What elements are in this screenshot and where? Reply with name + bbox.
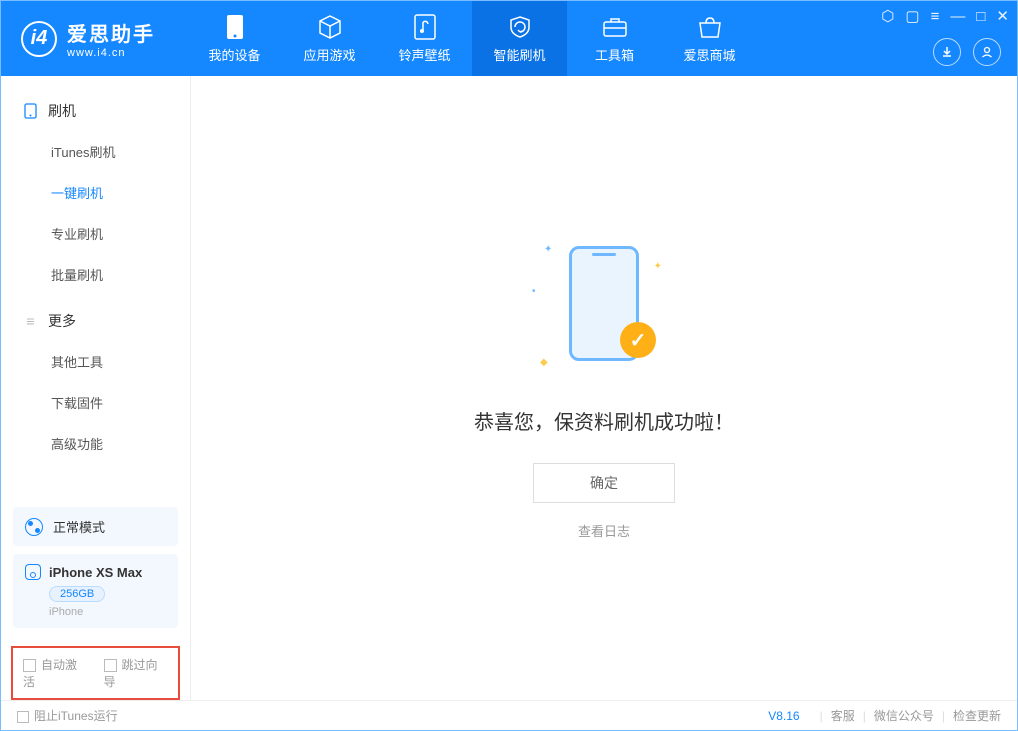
- highlighted-options-row: 自动激活 跳过向导: [11, 646, 180, 700]
- sidebar-section-title: 刷机: [48, 101, 76, 121]
- sidebar-item-oneclick-flash[interactable]: 一键刷机: [1, 172, 190, 213]
- device-name: iPhone XS Max: [49, 565, 142, 580]
- checkbox-auto-activate[interactable]: 自动激活: [23, 656, 88, 690]
- toolbox-icon: [602, 14, 628, 40]
- sidebar: 刷机 iTunes刷机 一键刷机 专业刷机 批量刷机 ≡ 更多 其他工具 下载固…: [1, 76, 191, 700]
- phone-icon: [222, 14, 248, 40]
- nav-label: 应用游戏: [303, 45, 355, 64]
- checkbox-label: 阻止iTunes运行: [34, 709, 118, 723]
- close-button[interactable]: ✕: [996, 7, 1009, 25]
- nav-label: 爱思商城: [683, 45, 735, 64]
- footer-link-update[interactable]: 检查更新: [953, 707, 1001, 724]
- maximize-button[interactable]: □: [976, 8, 985, 25]
- sidebar-item-download-firmware[interactable]: 下载固件: [1, 382, 190, 423]
- footer-link-support[interactable]: 客服: [831, 707, 855, 724]
- view-log-link[interactable]: 查看日志: [578, 521, 630, 540]
- ok-button[interactable]: 确定: [533, 463, 675, 503]
- nav-label: 我的设备: [208, 45, 260, 64]
- sidebar-section-flash: 刷机 iTunes刷机 一键刷机 专业刷机 批量刷机: [1, 91, 190, 295]
- nav-label: 铃声壁纸: [398, 45, 450, 64]
- mode-icon: [25, 518, 43, 536]
- top-nav: 我的设备 应用游戏 铃声壁纸 智能刷机 工具箱 爱思商城: [187, 1, 757, 76]
- sidebar-item-batch-flash[interactable]: 批量刷机: [1, 254, 190, 295]
- nav-toolbox[interactable]: 工具箱: [567, 1, 662, 76]
- phone-small-icon: [25, 564, 41, 580]
- app-header: i4 爱思助手 www.i4.cn 我的设备 应用游戏 铃声壁纸 智能刷机 工具…: [1, 1, 1017, 76]
- logo-icon: i4: [21, 21, 57, 57]
- success-message: 恭喜您，保资料刷机成功啦！: [474, 406, 734, 435]
- sidebar-section-more: ≡ 更多 其他工具 下载固件 高级功能: [1, 301, 190, 464]
- menu-icon[interactable]: ≡: [931, 8, 940, 25]
- nav-label: 工具箱: [595, 45, 634, 64]
- version-label: V8.16: [768, 709, 799, 723]
- sidebar-section-title: 更多: [48, 311, 76, 331]
- music-file-icon: [412, 14, 438, 40]
- window-controls: ⬡ ▢ ≡ — □ ✕: [881, 7, 1009, 25]
- checkbox-skip-guide[interactable]: 跳过向导: [104, 656, 169, 690]
- nav-apps-games[interactable]: 应用游戏: [282, 1, 377, 76]
- storage-badge: 256GB: [49, 586, 105, 602]
- nav-smart-flash[interactable]: 智能刷机: [472, 1, 567, 76]
- footer-link-wechat[interactable]: 微信公众号: [874, 707, 934, 724]
- device-icon: [23, 104, 38, 119]
- nav-my-device[interactable]: 我的设备: [187, 1, 282, 76]
- sidebar-item-itunes-flash[interactable]: iTunes刷机: [1, 131, 190, 172]
- nav-store[interactable]: 爱思商城: [662, 1, 757, 76]
- feedback-icon[interactable]: ▢: [905, 7, 919, 25]
- user-button[interactable]: [973, 38, 1001, 66]
- nav-label: 智能刷机: [493, 45, 545, 64]
- app-name: 爱思助手: [67, 18, 155, 47]
- refresh-shield-icon: [507, 14, 533, 40]
- menu-icon: ≡: [23, 314, 38, 329]
- checkbox-block-itunes[interactable]: 阻止iTunes运行: [17, 707, 118, 724]
- minimize-button[interactable]: —: [950, 8, 965, 25]
- logo-area: i4 爱思助手 www.i4.cn: [1, 18, 175, 59]
- nav-ringtones-wallpapers[interactable]: 铃声壁纸: [377, 1, 472, 76]
- download-button[interactable]: [933, 38, 961, 66]
- sidebar-head-more[interactable]: ≡ 更多: [1, 301, 190, 341]
- app-url: www.i4.cn: [67, 47, 155, 59]
- cube-icon: [317, 14, 343, 40]
- success-illustration: ✦✦◆• ✓: [524, 236, 684, 376]
- header-right-actions: [933, 38, 1001, 66]
- sidebar-head-flash[interactable]: 刷机: [1, 91, 190, 131]
- device-type: iPhone: [49, 606, 166, 618]
- device-box[interactable]: iPhone XS Max 256GB iPhone: [13, 554, 178, 628]
- sidebar-item-pro-flash[interactable]: 专业刷机: [1, 213, 190, 254]
- mode-box[interactable]: 正常模式: [13, 507, 178, 546]
- sidebar-item-advanced[interactable]: 高级功能: [1, 423, 190, 464]
- tshirt-icon[interactable]: ⬡: [881, 7, 894, 25]
- mode-label: 正常模式: [53, 517, 105, 536]
- main-content: ✦✦◆• ✓ 恭喜您，保资料刷机成功啦！ 确定 查看日志: [191, 76, 1017, 700]
- footer: 阻止iTunes运行 V8.16 | 客服 | 微信公众号 | 检查更新: [1, 700, 1017, 730]
- store-icon: [697, 14, 723, 40]
- device-panel: 正常模式 iPhone XS Max 256GB iPhone: [1, 507, 190, 640]
- checkmark-badge-icon: ✓: [620, 322, 656, 358]
- sidebar-item-other-tools[interactable]: 其他工具: [1, 341, 190, 382]
